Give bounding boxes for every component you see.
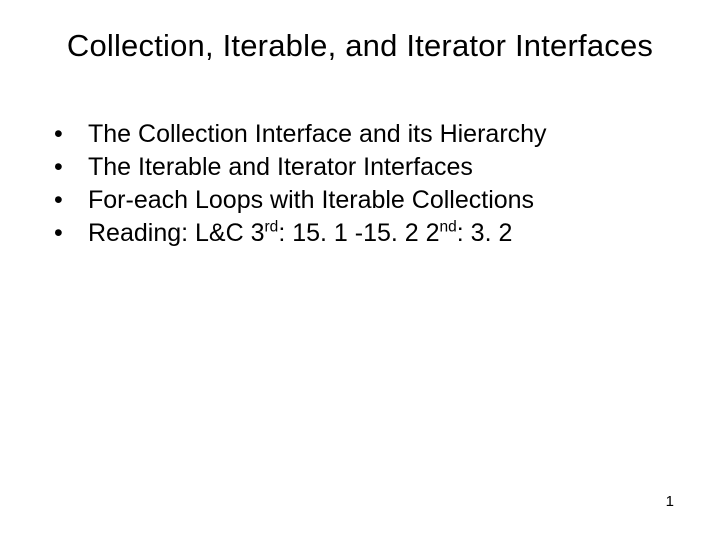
list-item: • Reading: L&C 3rd: 15. 1 -15. 2 2nd: 3.…: [54, 217, 666, 250]
slide: Collection, Iterable, and Iterator Inter…: [0, 0, 720, 540]
bullet-text: For-each Loops with Iterable Collections: [88, 184, 666, 217]
list-item: • For-each Loops with Iterable Collectio…: [54, 184, 666, 217]
bullet-text: The Iterable and Iterator Interfaces: [88, 151, 666, 184]
list-item: • The Iterable and Iterator Interfaces: [54, 151, 666, 184]
bullet-icon: •: [54, 217, 88, 250]
list-item: • The Collection Interface and its Hiera…: [54, 118, 666, 151]
page-number: 1: [666, 493, 674, 510]
slide-title: Collection, Iterable, and Iterator Inter…: [0, 28, 720, 64]
bullet-icon: •: [54, 184, 88, 217]
bullet-icon: •: [54, 118, 88, 151]
bullet-icon: •: [54, 151, 88, 184]
bullet-text: Reading: L&C 3rd: 15. 1 -15. 2 2nd: 3. 2: [88, 217, 666, 250]
bullet-text: The Collection Interface and its Hierarc…: [88, 118, 666, 151]
bullet-list: • The Collection Interface and its Hiera…: [54, 118, 666, 250]
slide-body: • The Collection Interface and its Hiera…: [54, 118, 666, 250]
